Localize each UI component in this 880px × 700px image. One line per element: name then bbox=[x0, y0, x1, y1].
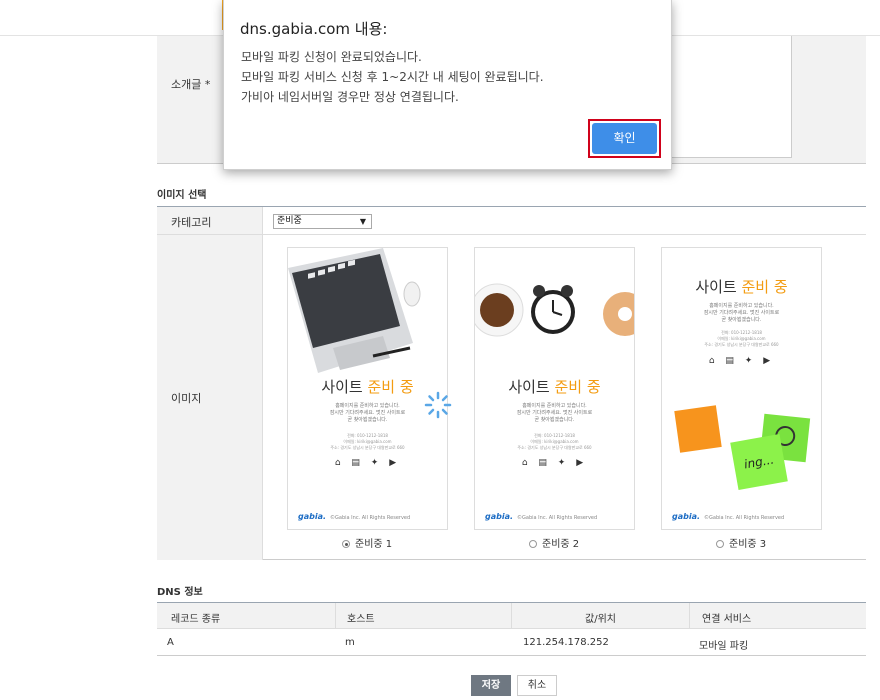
column-header: 연결 서비스 bbox=[702, 614, 752, 625]
category-label: 카테고리 bbox=[171, 216, 212, 229]
image-select-table: 카테고리 준비중 ▼ 이미지 사이트 준비 중 홈페이지를 준비하고 있습니다.… bbox=[157, 206, 866, 560]
laptop-illustration bbox=[288, 248, 421, 373]
dns-table-header: 레코드 종류 호스트 값/위치 연결 서비스 bbox=[157, 603, 866, 629]
card-footer: gabia. ©Gabia Inc. All Rights Reserved bbox=[298, 512, 411, 521]
confirm-button-focus-ring: 확인 bbox=[588, 119, 661, 158]
template-radio-2[interactable]: 준비중 2 bbox=[529, 535, 579, 550]
column-divider bbox=[335, 603, 336, 629]
template-card-3[interactable]: 사이트 준비 중 홈페이지를 준비하고 있습니다. 잠시만 기다려주세요. 멋진… bbox=[661, 247, 822, 530]
gabia-logo: gabia. bbox=[298, 512, 327, 521]
card-title: 사이트 준비 중 bbox=[695, 278, 788, 296]
column-divider bbox=[689, 603, 690, 629]
sticky-note-orange bbox=[674, 405, 722, 453]
record-type-cell: A bbox=[167, 637, 174, 648]
card-description: 홈페이지를 준비하고 있습니다. 잠시만 기다려주세요. 멋진 사이트로 곧 찾… bbox=[703, 303, 780, 323]
card-title: 사이트 준비 중 bbox=[508, 378, 601, 396]
dialog-message-line: 모바일 파킹 신청이 완료되었습니다. bbox=[241, 50, 422, 64]
intro-label: 소개글 * bbox=[171, 78, 211, 91]
card-description: 홈페이지를 준비하고 있습니다. 잠시만 기다려주세요. 멋진 사이트로 곧 찾… bbox=[329, 403, 406, 423]
radio-label: 준비중 2 bbox=[542, 539, 580, 550]
category-header: 카테고리 bbox=[157, 207, 263, 234]
template-card-1[interactable]: 사이트 준비 중 홈페이지를 준비하고 있습니다. 잠시만 기다려주세요. 멋진… bbox=[287, 247, 448, 530]
column-header: 레코드 종류 bbox=[171, 614, 221, 625]
card-contact-info: 전화: 010-1212-1818 이메일: kiriki@gabia.com … bbox=[517, 433, 592, 450]
value-cell: 121.254.178.252 bbox=[523, 637, 609, 648]
alert-dialog: dns.gabia.com 내용: 모바일 파킹 신청이 완료되었습니다. 모바… bbox=[223, 0, 672, 170]
loading-spinner-icon bbox=[424, 391, 452, 419]
card-description: 홈페이지를 준비하고 있습니다. 잠시만 기다려주세요. 멋진 사이트로 곧 찾… bbox=[516, 403, 593, 423]
image-label: 이미지 bbox=[171, 392, 202, 405]
dns-table: 레코드 종류 호스트 값/위치 연결 서비스 A m 121.254.178.2… bbox=[157, 602, 866, 656]
image-header: 이미지 bbox=[157, 235, 263, 560]
dialog-title: dns.gabia.com 내용: bbox=[240, 20, 388, 38]
category-row: 카테고리 준비중 ▼ bbox=[157, 207, 866, 235]
confirm-button[interactable]: 확인 bbox=[592, 123, 657, 154]
dropdown-arrow-icon: ▼ bbox=[359, 217, 366, 226]
gabia-logo: gabia. bbox=[485, 512, 514, 521]
dns-section-title: DNS 정보 bbox=[157, 587, 203, 598]
coffee-clock-donut-illustration bbox=[475, 283, 634, 337]
image-row: 이미지 사이트 준비 중 홈페이지를 준비하고 있습니다. 잠시만 기다려주세요… bbox=[157, 235, 866, 560]
service-cell: 모바일 파킹 bbox=[699, 641, 749, 652]
template-card-2[interactable]: 사이트 준비 중 홈페이지를 준비하고 있습니다. 잠시만 기다려주세요. 멋진… bbox=[474, 247, 635, 530]
card-contact-info: 전화: 010-1212-1818 이메일: kiriki@gabia.com … bbox=[330, 433, 405, 450]
radio-label: 준비중 1 bbox=[355, 539, 393, 550]
radio-label: 준비중 3 bbox=[729, 539, 767, 550]
card-social-icons: ⌂ ▤ ✦ ▶ bbox=[334, 458, 401, 468]
card-social-icons: ⌂ ▤ ✦ ▶ bbox=[521, 458, 588, 468]
radio-button[interactable] bbox=[529, 540, 537, 548]
save-button[interactable]: 저장 bbox=[471, 675, 511, 696]
card-footer: gabia. ©Gabia Inc. All Rights Reserved bbox=[485, 512, 598, 521]
cancel-button[interactable]: 취소 bbox=[517, 675, 557, 696]
radio-button[interactable] bbox=[342, 540, 350, 548]
card-contact-info: 전화: 010-1212-1818 이메일: kiriki@gabia.com … bbox=[704, 330, 779, 347]
dialog-message-line: 모바일 파킹 서비스 신청 후 1~2시간 내 세팅이 완료됩니다. bbox=[241, 70, 544, 84]
card-footer: gabia. ©Gabia Inc. All Rights Reserved bbox=[672, 512, 785, 521]
card-social-icons: ⌂ ▤ ✦ ▶ bbox=[708, 356, 775, 366]
column-header: 값/위치 bbox=[585, 614, 616, 625]
image-section-title: 이미지 선택 bbox=[157, 190, 207, 201]
sticky-note-ing: ing... bbox=[730, 434, 788, 490]
gabia-logo: gabia. bbox=[672, 512, 701, 521]
radio-button[interactable] bbox=[716, 540, 724, 548]
template-radio-1[interactable]: 준비중 1 bbox=[342, 535, 392, 550]
template-radio-3[interactable]: 준비중 3 bbox=[716, 535, 766, 550]
dialog-message-line: 가비아 네임서버일 경우만 정상 연결됩니다. bbox=[241, 90, 459, 104]
column-header: 호스트 bbox=[347, 614, 375, 625]
host-cell: m bbox=[345, 637, 355, 648]
category-select[interactable]: 준비중 ▼ bbox=[273, 214, 372, 229]
category-select-value: 준비중 bbox=[277, 216, 302, 226]
